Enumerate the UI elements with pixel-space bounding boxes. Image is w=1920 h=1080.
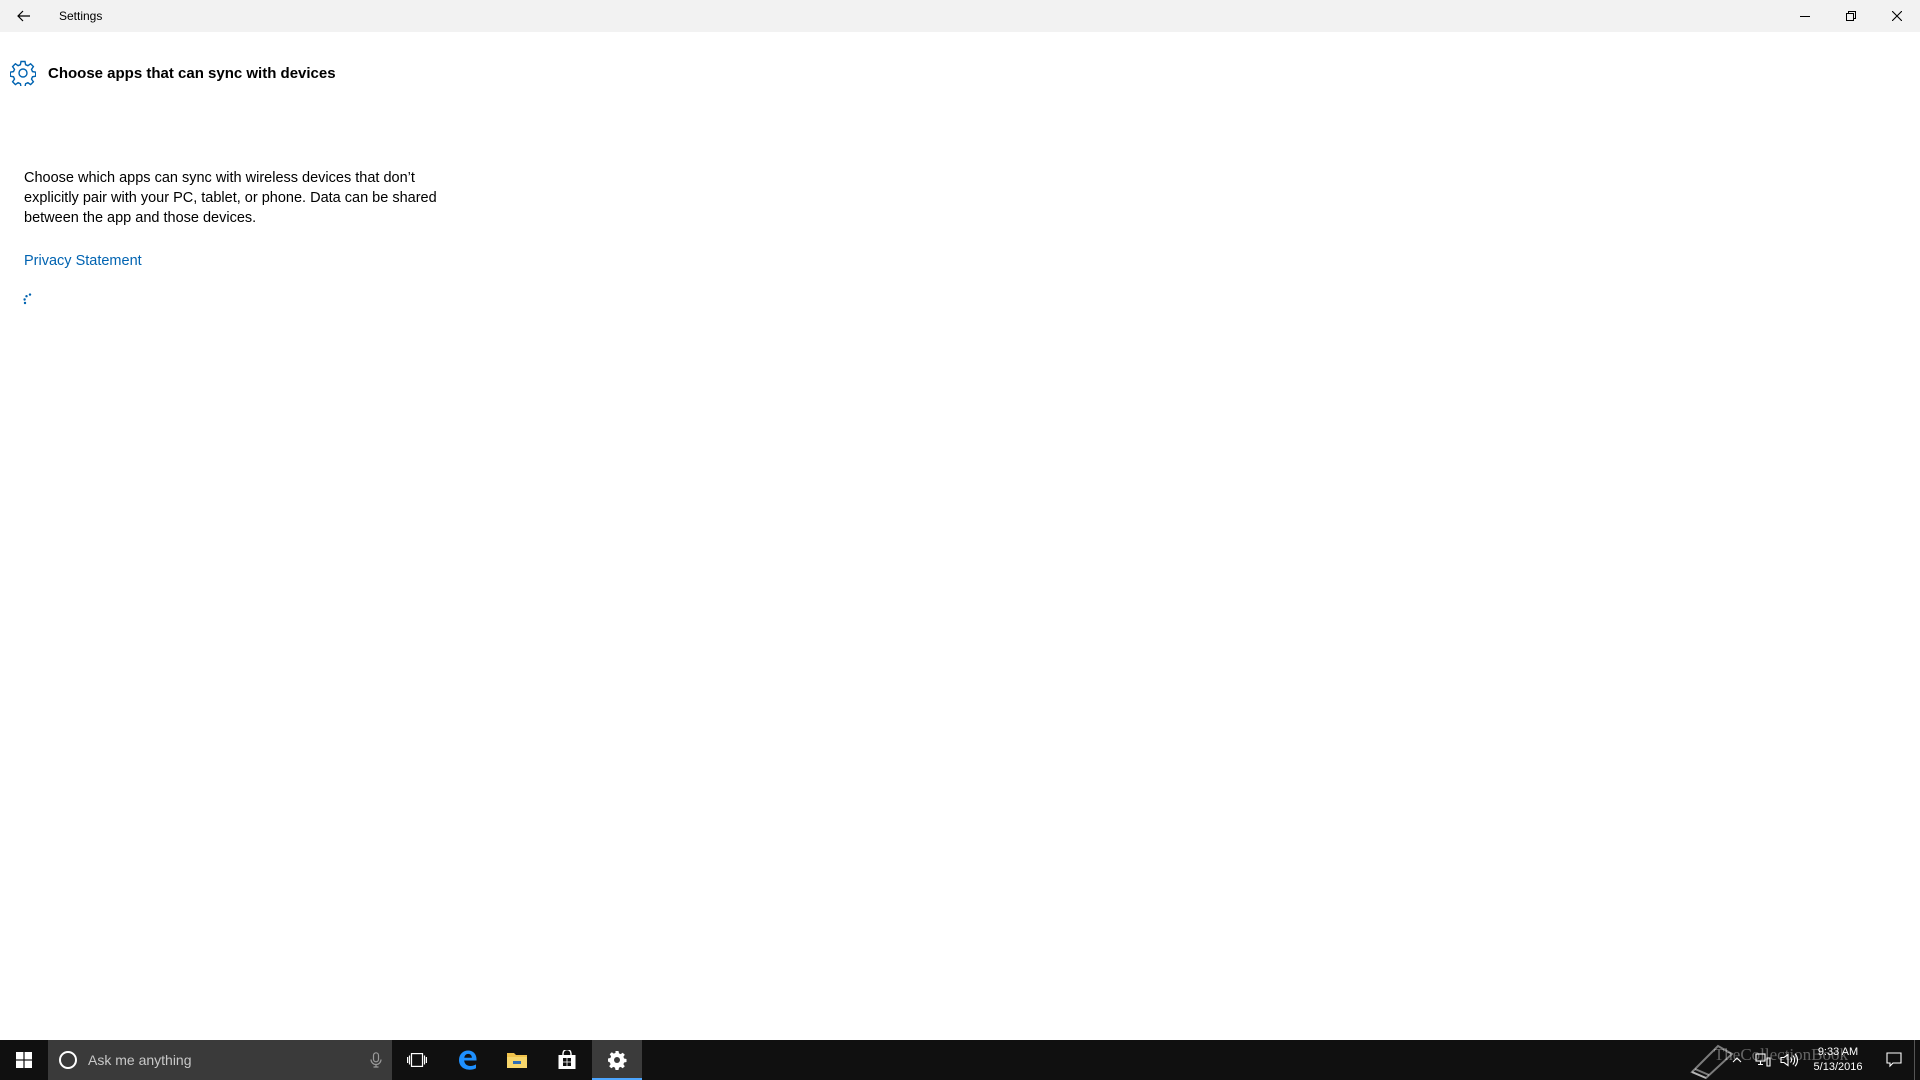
page-description: Choose which apps can sync with wireless… [24,170,437,226]
cortana-icon [59,1051,77,1069]
notification-icon [1886,1052,1902,1068]
title-bar: Settings [0,0,1920,32]
folder-icon [507,1053,527,1068]
loading-spinner-icon [23,293,32,305]
window-controls [1782,0,1920,32]
task-view-button[interactable] [392,1040,442,1080]
gear-icon [10,60,36,86]
taskbar: TheCollectionBook [0,1040,1920,1080]
file-explorer-button[interactable] [492,1040,542,1080]
back-arrow-icon [17,10,30,22]
cortana-search-box[interactable] [48,1040,392,1080]
page-header: Choose apps that can sync with devices [10,60,336,86]
system-tray: TheCollectionBook 9:33 AM 5/13/2016 [1690,1040,1920,1080]
microphone-icon[interactable] [370,1052,382,1068]
restore-icon [1846,11,1856,21]
store-bag-icon [558,1050,576,1069]
restore-button[interactable] [1828,0,1874,32]
windows-logo-icon [16,1052,32,1068]
edge-icon [459,1050,477,1070]
task-view-icon [407,1053,427,1067]
settings-gear-icon [608,1051,627,1070]
privacy-statement-link[interactable]: Privacy Statement [24,253,142,269]
action-center-button[interactable] [1874,1040,1914,1080]
minimize-icon [1800,16,1810,17]
close-button[interactable] [1874,0,1920,32]
settings-taskbar-button[interactable] [592,1040,642,1080]
start-button[interactable] [0,1040,48,1080]
book-watermark-icon [1690,1044,1734,1080]
show-desktop-button[interactable] [1914,1040,1920,1080]
search-input[interactable] [88,1052,348,1068]
edge-button[interactable] [442,1040,492,1080]
minimize-button[interactable] [1782,0,1828,32]
page-title: Choose apps that can sync with devices [48,64,336,82]
window-title: Settings [59,9,103,23]
settings-window: Settings Choose apps that can sync with … [0,0,1920,1040]
back-button[interactable] [0,0,48,32]
store-button[interactable] [542,1040,592,1080]
close-icon [1892,11,1902,21]
